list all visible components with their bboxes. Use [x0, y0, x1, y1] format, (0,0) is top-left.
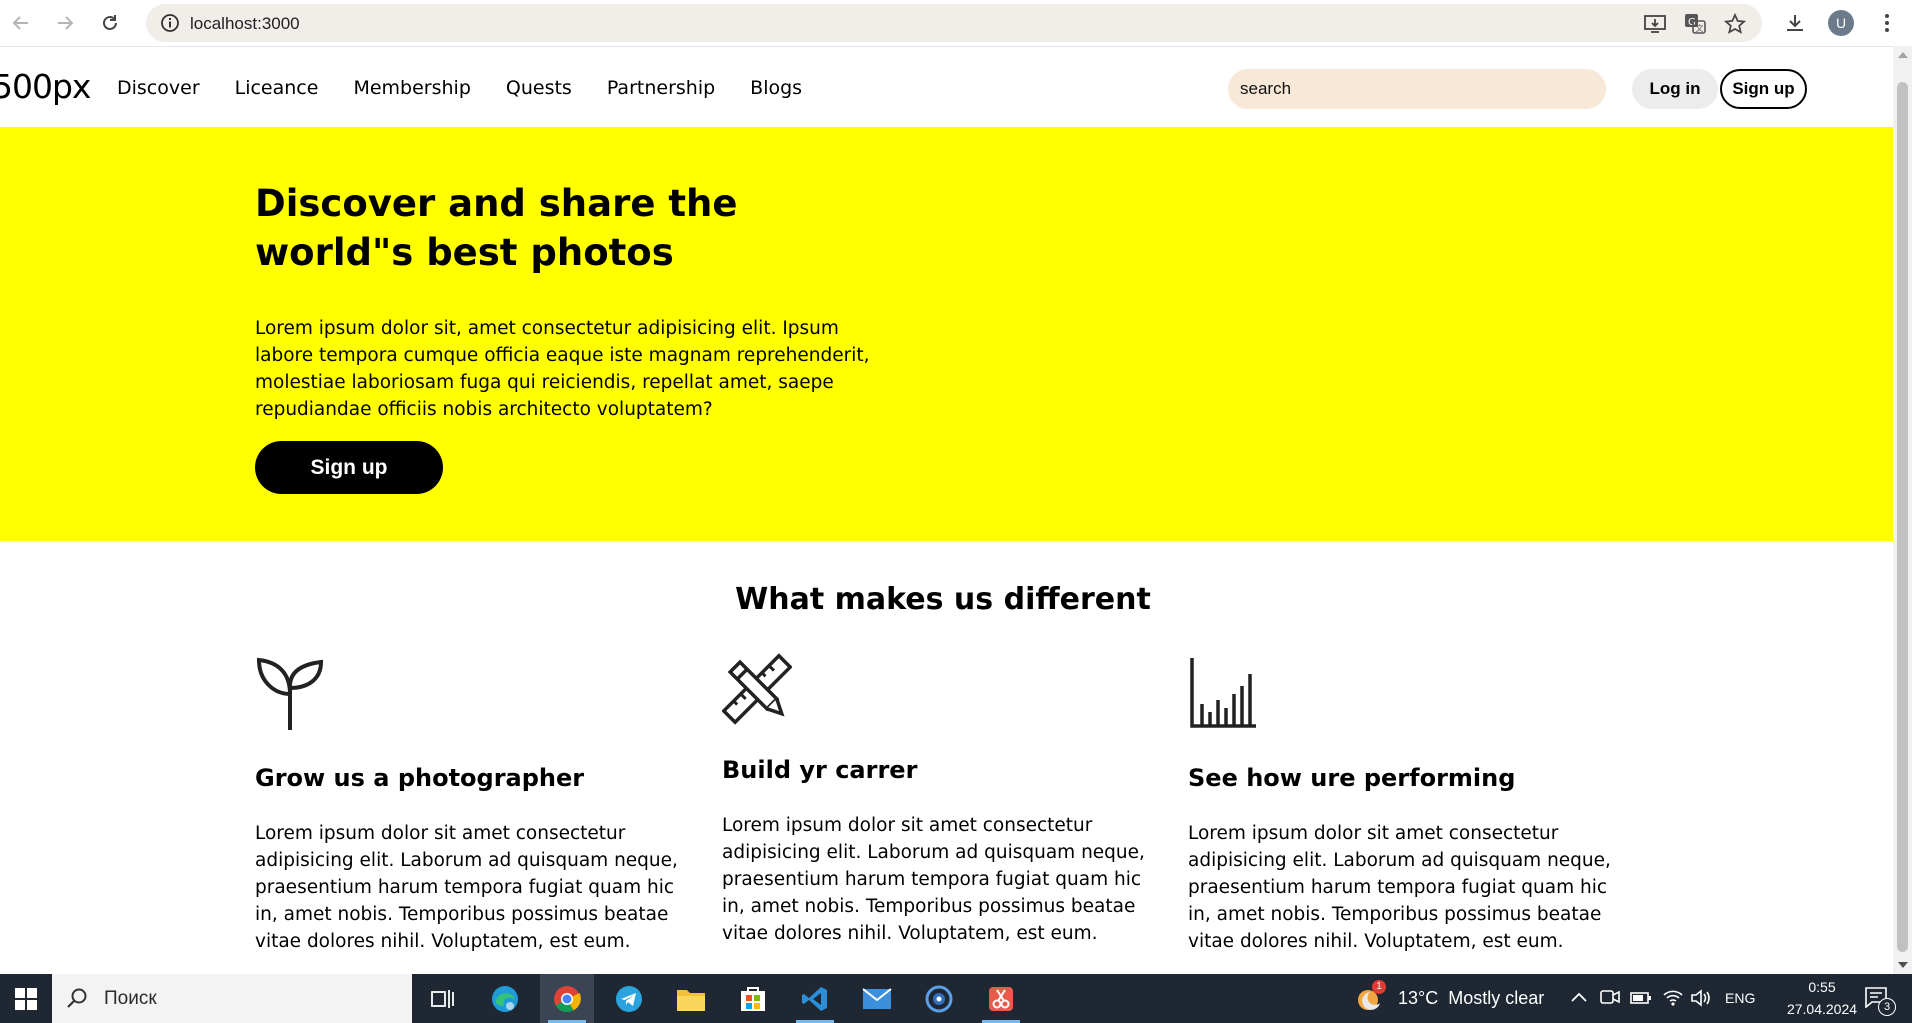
url-text[interactable]: localhost:3000	[190, 14, 300, 34]
weather-text[interactable]: 13°C Mostly clear	[1398, 988, 1544, 1009]
login-button[interactable]: Log in	[1632, 69, 1718, 109]
weather-icon[interactable]: 1	[1356, 980, 1386, 1013]
settings-app-icon[interactable]	[912, 974, 966, 1023]
hero-description: Lorem ipsum dolor sit, amet consectetur …	[255, 318, 870, 420]
language-indicator[interactable]: ENG	[1725, 990, 1755, 1006]
task-view-icon[interactable]	[416, 974, 470, 1023]
site-header: 500px Discover Liceance Membership Quest…	[0, 47, 1893, 127]
volume-icon[interactable]	[1690, 988, 1712, 1012]
scroll-down-arrow-icon[interactable]	[1898, 962, 1908, 968]
vscode-icon[interactable]	[788, 974, 842, 1023]
edge-icon[interactable]	[478, 974, 532, 1023]
header-signup-button[interactable]: Sign up	[1720, 69, 1807, 109]
nav-link-discover[interactable]: Discover	[117, 77, 200, 99]
meet-now-icon[interactable]	[1600, 988, 1620, 1010]
battery-icon[interactable]	[1630, 990, 1652, 1009]
scrollbar-thumb[interactable]	[1897, 82, 1908, 952]
translate-icon[interactable]: G文	[1682, 11, 1708, 37]
tray-chevron-up-icon[interactable]	[1570, 989, 1588, 1008]
search-icon	[67, 988, 87, 1008]
forward-arrow-icon	[58, 16, 74, 30]
browser-menu-icon[interactable]	[1872, 8, 1902, 38]
file-explorer-icon[interactable]	[664, 974, 718, 1023]
downloads-icon[interactable]	[1780, 8, 1810, 38]
feature-title: Build yr carrer	[722, 756, 918, 784]
taskbar-search[interactable]: Поиск	[52, 974, 412, 1023]
install-app-icon[interactable]	[1642, 11, 1668, 37]
svg-text:文: 文	[1696, 23, 1704, 33]
hero-title: Discover and share the world"s best phot…	[255, 182, 738, 274]
notification-badge: 3	[1878, 998, 1896, 1016]
nav-link-blogs[interactable]: Blogs	[750, 77, 802, 99]
page-scrollbar[interactable]	[1893, 46, 1912, 974]
feature-text: Lorem ipsum dolor sit amet consectetur a…	[1188, 823, 1611, 952]
reload-button[interactable]	[95, 8, 125, 38]
chrome-icon[interactable]	[540, 974, 594, 1023]
site-logo[interactable]: 500px	[0, 67, 91, 106]
back-button[interactable]	[6, 8, 36, 38]
snipping-tool-icon[interactable]	[974, 974, 1028, 1023]
notification-center-icon[interactable]: 3	[1864, 986, 1896, 1016]
reload-icon	[103, 15, 117, 30]
wifi-icon[interactable]	[1662, 987, 1684, 1011]
telegram-icon[interactable]	[602, 974, 656, 1023]
start-button[interactable]	[0, 974, 52, 1023]
taskbar-search-label: Поиск	[104, 988, 157, 1009]
nav-link-membership[interactable]: Membership	[353, 77, 470, 99]
hero-signup-button[interactable]: Sign up	[255, 441, 443, 494]
store-icon[interactable]	[726, 974, 780, 1023]
mail-icon[interactable]	[850, 974, 904, 1023]
clock-date[interactable]: 27.04.2024	[1766, 1001, 1878, 1017]
address-bar[interactable]: localhost:3000 G文	[146, 4, 1762, 42]
search-input[interactable]	[1228, 69, 1606, 109]
site-info-icon[interactable]	[160, 13, 180, 33]
clock-time[interactable]: 0:55	[1790, 979, 1854, 995]
bookmark-star-icon[interactable]	[1722, 11, 1748, 37]
feature-text: Lorem ipsum dolor sit amet consectetur a…	[722, 815, 1145, 944]
pencil-ruler-icon	[722, 653, 792, 725]
hero-section: Discover and share the world"s best phot…	[0, 127, 1893, 541]
feature-title: Grow us a photographer	[255, 764, 585, 792]
weather-badge: 1	[1372, 980, 1386, 994]
scroll-up-arrow-icon[interactable]	[1898, 52, 1908, 58]
nav-link-quests[interactable]: Quests	[506, 77, 572, 99]
nav-link-partnership[interactable]: Partnership	[607, 77, 715, 99]
feature-text: Lorem ipsum dolor sit amet consectetur a…	[255, 823, 678, 952]
windows-taskbar: Поиск 1 13°C Mostly clear ENG 0:55 27.04…	[0, 974, 1912, 1023]
nav-link-licence[interactable]: Liceance	[235, 77, 319, 99]
feature-title: See how ure performing	[1188, 764, 1516, 792]
forward-button[interactable]	[50, 8, 80, 38]
back-arrow-icon	[12, 16, 28, 30]
sprout-icon	[256, 657, 324, 730]
main-nav: Discover Liceance Membership Quests Part…	[117, 77, 837, 99]
bar-chart-icon	[1190, 658, 1256, 728]
windows-logo-icon	[15, 987, 37, 1010]
profile-avatar[interactable]: U	[1828, 10, 1854, 36]
features-title: What makes us different	[735, 582, 1151, 617]
browser-toolbar: localhost:3000 G文 U	[0, 0, 1912, 47]
